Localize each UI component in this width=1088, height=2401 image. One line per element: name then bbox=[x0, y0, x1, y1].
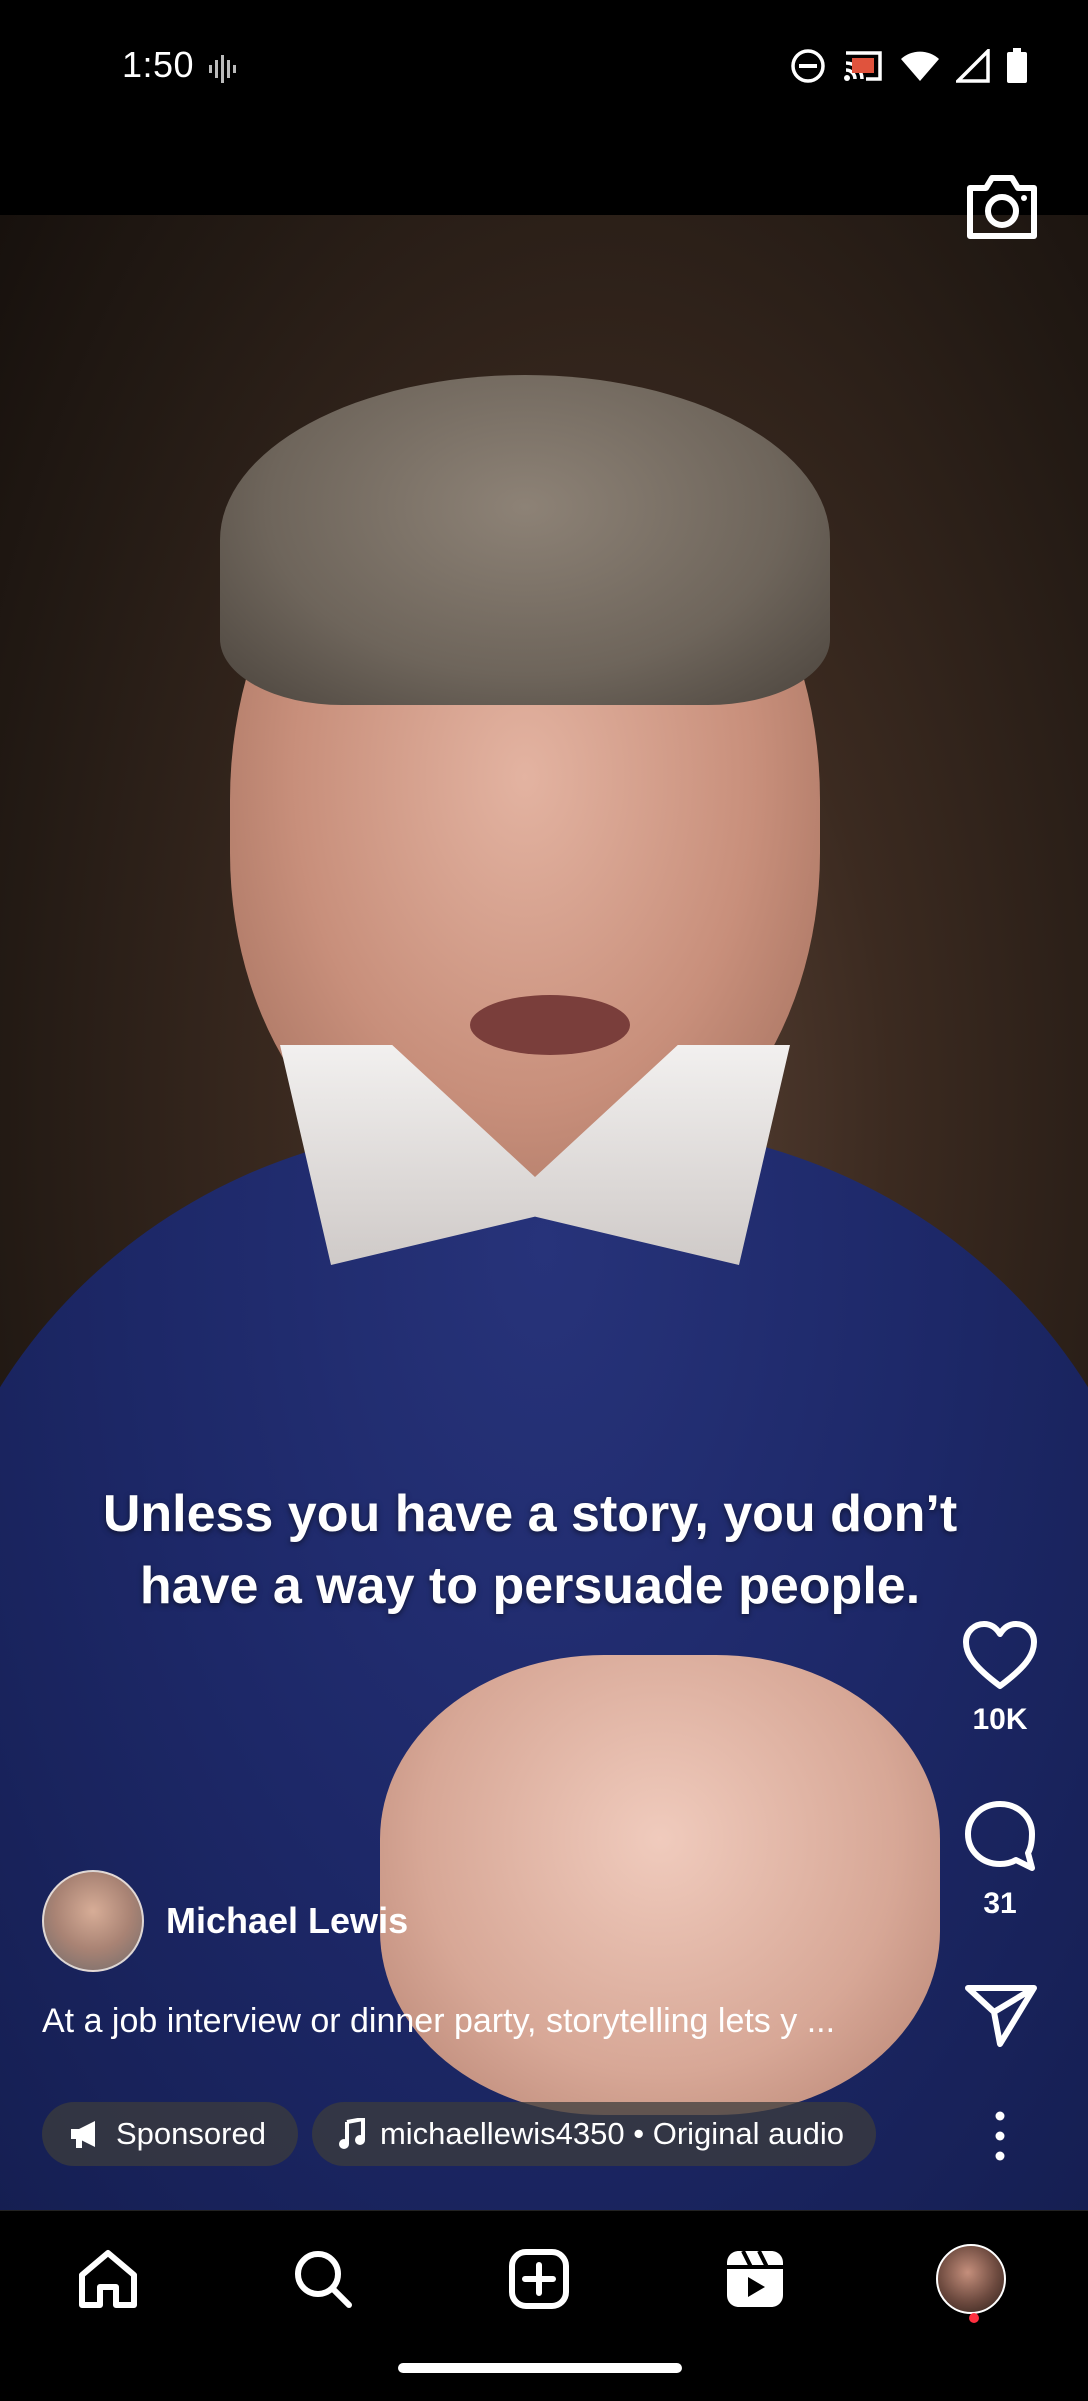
audio-chip[interactable]: michaellewis4350 • Original audio bbox=[311, 2102, 876, 2166]
search-icon[interactable] bbox=[291, 2247, 355, 2311]
status-bar: 1:50 bbox=[0, 0, 1088, 135]
video-hands bbox=[380, 1655, 940, 2115]
status-time: 1:50 bbox=[122, 44, 195, 85]
music-note-icon bbox=[338, 2118, 365, 2149]
home-icon[interactable] bbox=[76, 2247, 140, 2311]
sponsored-label: Sponsored bbox=[116, 2116, 266, 2151]
create-icon[interactable] bbox=[507, 2247, 571, 2311]
author-row[interactable]: Michael Lewis bbox=[42, 1870, 408, 1972]
profile-avatar[interactable] bbox=[936, 2244, 1006, 2314]
reels-icon[interactable] bbox=[723, 2247, 787, 2311]
camera-icon[interactable] bbox=[962, 166, 1042, 246]
nav-search[interactable] bbox=[288, 2244, 358, 2314]
profile-notification-dot bbox=[969, 2313, 979, 2323]
wifi-icon bbox=[901, 51, 939, 81]
signal-icon bbox=[956, 49, 990, 83]
cast-icon bbox=[844, 51, 882, 81]
comment-icon[interactable] bbox=[962, 1798, 1038, 1874]
author-avatar[interactable] bbox=[42, 1870, 144, 1972]
battery-icon bbox=[1007, 48, 1027, 83]
like-action[interactable]: 10K bbox=[950, 1620, 1050, 1737]
nav-profile[interactable] bbox=[936, 2244, 1006, 2314]
video-mouth bbox=[470, 995, 630, 1055]
post-description[interactable]: At a job interview or dinner party, stor… bbox=[42, 2002, 922, 2041]
author-name[interactable]: Michael Lewis bbox=[166, 1900, 408, 1942]
chip-row: Sponsored michaellewis4350 • Original au… bbox=[42, 2102, 876, 2166]
megaphone-icon bbox=[71, 2121, 95, 2148]
like-count: 10K bbox=[972, 1703, 1028, 1736]
nav-create[interactable] bbox=[504, 2244, 574, 2314]
share-icon[interactable] bbox=[964, 1982, 1038, 2048]
home-indicator[interactable] bbox=[398, 2363, 682, 2373]
do-not-disturb-icon bbox=[791, 49, 825, 83]
audio-label: michaellewis4350 • Original audio bbox=[379, 2116, 844, 2151]
sponsored-chip[interactable]: Sponsored bbox=[42, 2102, 298, 2166]
sound-wave-icon bbox=[209, 55, 236, 83]
heart-icon[interactable] bbox=[962, 1620, 1038, 1690]
video-caption: Unless you have a story, you don’t have … bbox=[60, 1478, 1000, 1622]
caption-line-1: Unless you have a story, you don’t bbox=[102, 1485, 958, 1543]
comment-action[interactable]: 31 bbox=[950, 1798, 1050, 1921]
nav-home[interactable] bbox=[73, 2244, 143, 2314]
nav-reels[interactable] bbox=[720, 2244, 790, 2314]
video-hair bbox=[220, 375, 830, 705]
status-icons bbox=[790, 48, 1028, 84]
comment-count: 31 bbox=[983, 1887, 1017, 1920]
caption-line-2: have a way to persuade people. bbox=[139, 1557, 921, 1615]
more-options-icon[interactable] bbox=[980, 2106, 1020, 2166]
